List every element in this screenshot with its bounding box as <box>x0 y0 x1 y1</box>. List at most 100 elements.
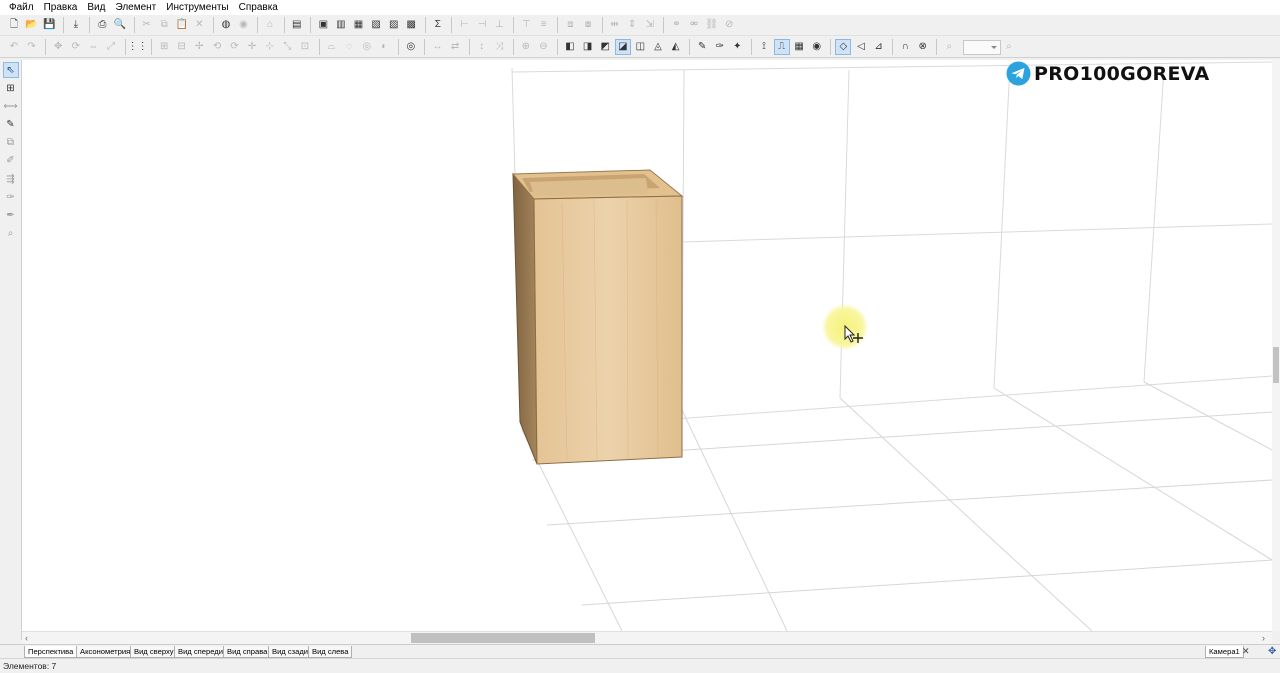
undo-icon: ↶ <box>9 41 19 52</box>
measure-icon[interactable]: ⟟ <box>756 39 772 55</box>
view-tab[interactable]: Вид справа <box>223 646 272 658</box>
toolbar-separator <box>689 39 691 55</box>
snap-face-icon: ⊟ <box>177 41 186 52</box>
magnet-icon[interactable]: ∩ <box>897 39 913 55</box>
menu-edit[interactable]: Правка <box>39 0 83 15</box>
raster-icon[interactable]: ▦ <box>791 39 807 55</box>
print-preview-icon[interactable]: 🔍 <box>112 17 128 33</box>
select-tool-icon[interactable]: ⇖ <box>2 62 19 78</box>
toolbar-separator <box>45 39 47 55</box>
snap-edge-icon[interactable]: ⊿ <box>871 39 887 55</box>
scroll-left-arrow[interactable]: ‹ <box>25 632 28 644</box>
grid-icon[interactable]: ⋮⋮ <box>128 39 148 55</box>
step2-icon: ⊖ <box>539 41 548 52</box>
scene-canvas <box>511 61 1272 631</box>
paste-icon: 📋 <box>175 19 188 30</box>
menu-tools[interactable]: Инструменты <box>161 0 233 15</box>
measure-tool-icon: ⟷ <box>3 100 18 112</box>
snap-point-icon[interactable]: ◇ <box>835 39 852 55</box>
sum-icon[interactable]: Σ <box>430 17 446 33</box>
toolbar-separator <box>424 17 426 33</box>
ruler-icon[interactable]: ⎍ <box>773 39 790 55</box>
align-center-icon: ⊣ <box>477 19 487 30</box>
align-top-icon: ⊤ <box>521 19 531 30</box>
paint-icon[interactable]: ✑ <box>712 39 728 55</box>
horizontal-scrollbar[interactable]: ‹ › <box>22 631 1272 644</box>
menu-element[interactable]: Элемент <box>110 0 161 15</box>
view-box-icon[interactable]: ◧ <box>562 39 578 55</box>
vertical-scrollbar[interactable] <box>1272 60 1280 631</box>
group-icon: ⧈ <box>567 19 574 30</box>
camera-add-icon[interactable]: ✥ <box>1268 645 1276 658</box>
move-cursor-icon <box>844 325 863 343</box>
toolbar-separator <box>212 17 214 33</box>
horizontal-scroll-thumb[interactable] <box>411 633 595 643</box>
step-icon: ⊕ <box>521 41 531 52</box>
view-tabs-bar: Камера1 ✕ ✥ Перспектива Аксонометрия Вид с… <box>0 644 1280 658</box>
main-toolbar: 🗋 📂 💾 ⤓ ⎙ 🔍 ✂ ⧉ 📋 ✕ ◍ ◉ ⌂ ▤ ▣ ▥ ▦ ▧ ▨ ▩ Σ ⊢ ⊣ ⊥ ⊤ ≡ ⧈ ⧇ ⇹ ⇕ ⇲ ⚭ ⚮ ⛓ ⊘ <box>0 15 1280 36</box>
camera-tab[interactable]: Камера1 <box>1205 646 1244 658</box>
target-icon[interactable]: ◎ <box>403 39 419 55</box>
print-icon[interactable]: ⎙ <box>94 17 110 33</box>
element-count: Элементов: 7 <box>3 661 57 671</box>
view-top-icon[interactable]: ◭ <box>668 39 684 55</box>
toolbar-separator <box>892 39 894 55</box>
toolbar-separator <box>513 17 515 33</box>
grid-snap-tool-icon[interactable]: ⊞ <box>3 80 19 96</box>
3d-viewport[interactable]: PRO100GOREVA <box>22 60 1272 631</box>
menu-view[interactable]: Вид <box>82 0 110 15</box>
view-tab[interactable]: Аксонометрия <box>76 646 135 658</box>
ungroup-icon: ⧇ <box>584 19 592 30</box>
view-tab[interactable]: Вид спереди <box>174 646 227 658</box>
vertical-scroll-thumb[interactable] <box>1273 347 1279 383</box>
snap-icon: ⊞ <box>159 41 169 52</box>
floor-line <box>581 559 1272 606</box>
eye-icon[interactable]: ◉ <box>809 39 825 55</box>
globe-icon[interactable]: ◍ <box>218 17 234 33</box>
pivot-icon: ✢ <box>195 41 204 52</box>
stop-icon[interactable]: ⊗ <box>915 39 931 55</box>
toolbar-separator <box>830 39 832 55</box>
material-icon[interactable]: ✎ <box>694 39 710 55</box>
view-tab[interactable]: Вид сзади <box>268 646 313 658</box>
view-textured-icon[interactable]: ◪ <box>614 39 631 55</box>
panel-icon[interactable]: ▤ <box>289 17 305 33</box>
new-file-icon[interactable]: 🗋 <box>6 17 22 33</box>
unlink-icon: ⚮ <box>689 19 699 30</box>
sheet-cut-icon[interactable]: ▥ <box>333 17 349 33</box>
view-shaded-icon[interactable]: ◩ <box>597 39 613 55</box>
menu-help[interactable]: Справка <box>234 0 283 15</box>
cursor-arrow <box>844 325 856 343</box>
edge-icon[interactable]: ▦ <box>351 17 367 33</box>
brand-text: PRO100GOREVA <box>1034 62 1210 85</box>
view-front-icon[interactable]: ◫ <box>632 39 648 55</box>
view-tab[interactable]: Вид слева <box>308 646 353 658</box>
menu-file[interactable]: Файл <box>4 0 39 15</box>
view-tab[interactable]: Перспектива <box>24 646 78 658</box>
open-file-icon[interactable]: 📂 <box>24 17 40 33</box>
scroll-right-arrow[interactable]: › <box>1262 632 1265 644</box>
pro100-window: Файл Правка Вид Элемент Инструменты Спра… <box>0 0 1280 673</box>
cabinet-left-side <box>512 172 538 465</box>
chain-icon: ⛓ <box>705 19 718 30</box>
toolbar-separator <box>750 39 752 55</box>
view-side-icon[interactable]: ◬ <box>650 39 666 55</box>
zoom-combo[interactable] <box>962 39 1001 55</box>
library-icon: ⌂ <box>267 19 274 30</box>
save-icon[interactable]: 💾 <box>41 17 57 33</box>
view-wire-icon[interactable]: ◨ <box>580 39 596 55</box>
view-tab[interactable]: Вид сверху <box>130 646 178 658</box>
box-icon[interactable]: ▧ <box>368 17 384 33</box>
toolbar-separator <box>512 39 514 55</box>
snap-corner-icon[interactable]: ◁ <box>853 39 869 55</box>
light-icon[interactable]: ✦ <box>729 39 745 55</box>
export-icon[interactable]: ⤓ <box>68 17 84 33</box>
report-icon[interactable]: ▨ <box>386 17 402 33</box>
toolbar-separator <box>257 17 259 33</box>
pipette-tool-icon[interactable]: ✎ <box>3 117 19 133</box>
sheet-icon[interactable]: ▣ <box>315 17 331 33</box>
camera-close-icon[interactable]: ✕ <box>1242 645 1250 658</box>
shelf-icon[interactable]: ▩ <box>403 17 419 33</box>
cursor-tool-icon: ✑ <box>6 191 15 203</box>
cabinet-box[interactable] <box>511 169 684 465</box>
